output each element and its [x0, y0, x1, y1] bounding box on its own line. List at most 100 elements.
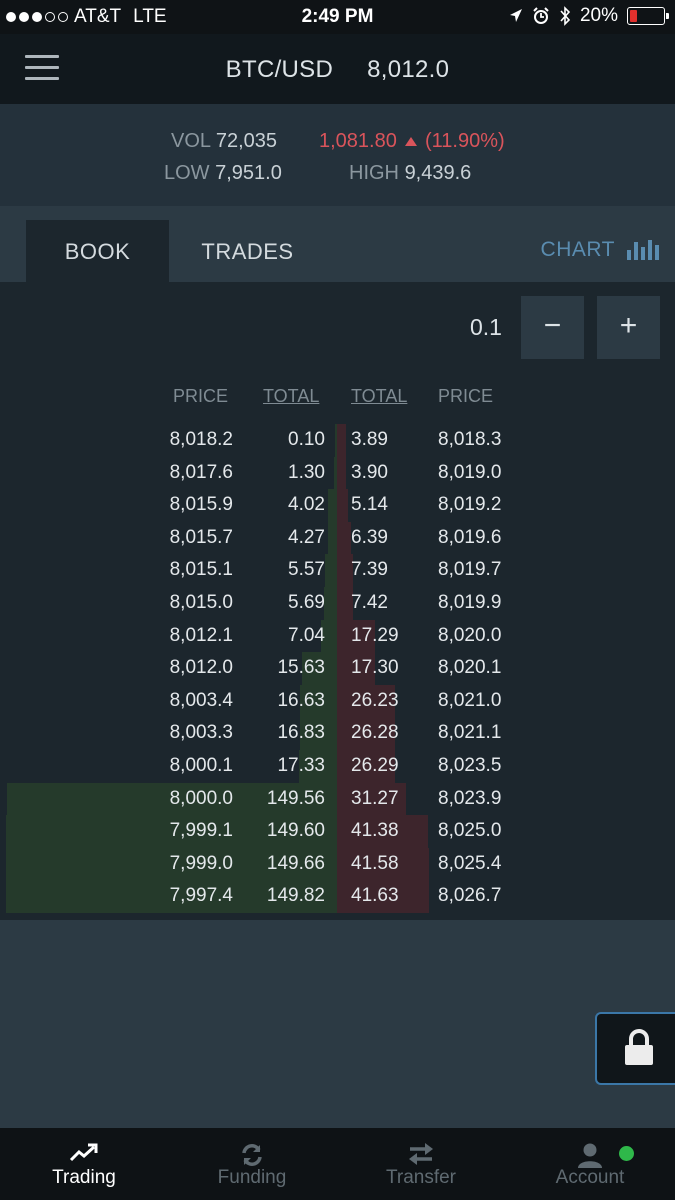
bid-price[interactable]: 8,015.1 [120, 554, 233, 586]
ask-total[interactable]: 3.90 [351, 457, 441, 489]
bid-price[interactable]: 7,997.4 [120, 880, 233, 912]
bid-price[interactable]: 8,012.1 [120, 620, 233, 652]
ask-total[interactable]: 31.27 [351, 783, 441, 815]
online-status-dot [619, 1146, 634, 1161]
ask-total[interactable]: 7.42 [351, 587, 441, 619]
volume-stat: VOL 72,035 [171, 126, 277, 156]
ask-price[interactable]: 8,019.2 [438, 489, 538, 521]
ask-price[interactable]: 8,025.0 [438, 815, 538, 847]
trending-up-icon [0, 1142, 168, 1168]
bid-total[interactable]: 16.63 [240, 685, 325, 717]
transfer-arrows-icon [337, 1142, 505, 1168]
bid-price[interactable]: 8,000.0 [120, 783, 233, 815]
tab-trades[interactable]: TRADES [176, 220, 319, 282]
bid-total[interactable]: 4.02 [240, 489, 325, 521]
ask-price[interactable]: 8,021.1 [438, 717, 538, 749]
bid-price[interactable]: 8,017.6 [120, 457, 233, 489]
nav-transfer[interactable]: Transfer [337, 1128, 505, 1200]
triangle-up-icon [405, 137, 418, 146]
increase-precision-button[interactable]: + [597, 296, 660, 359]
precision-value: 0.1 [470, 314, 502, 340]
ask-total-header[interactable]: TOTAL [351, 386, 407, 407]
bid-total[interactable]: 7.04 [240, 620, 325, 652]
bid-price[interactable]: 7,999.1 [120, 815, 233, 847]
ask-total[interactable]: 41.38 [351, 815, 441, 847]
battery-percent: 20% [579, 5, 618, 26]
nav-trading-label: Trading [52, 1167, 116, 1188]
chart-button[interactable]: CHART [541, 238, 659, 262]
ask-price[interactable]: 8,019.0 [438, 457, 538, 489]
bid-total[interactable]: 0.10 [240, 424, 325, 456]
bid-price[interactable]: 8,015.7 [120, 522, 233, 554]
lock-icon [625, 1029, 653, 1065]
ask-total[interactable]: 26.28 [351, 717, 441, 749]
bid-price[interactable]: 8,015.0 [120, 587, 233, 619]
bid-total[interactable]: 1.30 [240, 457, 325, 489]
bid-total[interactable]: 17.33 [240, 750, 325, 782]
ask-price[interactable]: 8,018.3 [438, 424, 538, 456]
ask-depth-bar [337, 456, 346, 490]
ask-price[interactable]: 8,020.0 [438, 620, 538, 652]
change-percent: (11.90%) [424, 130, 505, 152]
bid-price[interactable]: 8,018.2 [120, 424, 233, 456]
ask-price[interactable]: 8,021.0 [438, 685, 538, 717]
location-arrow-icon [509, 9, 522, 22]
bid-price[interactable]: 8,012.0 [120, 652, 233, 684]
ask-total[interactable]: 17.29 [351, 620, 441, 652]
ask-price[interactable]: 8,019.7 [438, 554, 538, 586]
bid-total-header[interactable]: TOTAL [263, 386, 319, 407]
pair-name: BTC/USD [225, 56, 334, 83]
chart-label: CHART [540, 238, 615, 261]
high-value: 9,439.6 [404, 162, 472, 184]
bid-total[interactable]: 4.27 [240, 522, 325, 554]
ask-price[interactable]: 8,026.7 [438, 880, 538, 912]
app-header: BTC/USD 8,012.0 [0, 34, 675, 104]
ticker-title: BTC/USD 8,012.0 [0, 56, 675, 84]
nav-trading[interactable]: Trading [0, 1128, 168, 1200]
ask-total[interactable]: 3.89 [351, 424, 441, 456]
ask-total[interactable]: 7.39 [351, 554, 441, 586]
ask-total[interactable]: 5.14 [351, 489, 441, 521]
bid-total[interactable]: 149.56 [240, 783, 325, 815]
nav-funding[interactable]: Funding [168, 1128, 336, 1200]
bid-depth-bar [324, 554, 337, 588]
bid-price[interactable]: 8,000.1 [120, 750, 233, 782]
bid-price-header: PRICE [173, 386, 229, 406]
ask-price[interactable]: 8,023.5 [438, 750, 538, 782]
bid-price[interactable]: 8,003.3 [120, 717, 233, 749]
bid-total[interactable]: 149.60 [240, 815, 325, 847]
view-tabs: BOOK TRADES CHART [0, 206, 675, 282]
bid-total[interactable]: 149.66 [240, 848, 325, 880]
bid-total[interactable]: 15.63 [240, 652, 325, 684]
ask-price[interactable]: 8,023.9 [438, 783, 538, 815]
ask-total[interactable]: 26.23 [351, 685, 441, 717]
tab-book[interactable]: BOOK [26, 220, 169, 282]
order-book: 0.1 − + PRICE TOTAL TOTAL PRICE 8,018.2 0… [0, 282, 675, 920]
nav-transfer-label: Transfer [385, 1167, 457, 1188]
nav-account[interactable]: Account [506, 1128, 674, 1200]
ask-total[interactable]: 41.63 [351, 880, 441, 912]
bottom-nav: Trading Funding Transfer Account [0, 1128, 675, 1200]
ask-total[interactable]: 41.58 [351, 848, 441, 880]
ask-price[interactable]: 8,025.4 [438, 848, 538, 880]
bluetooth-icon [560, 6, 571, 26]
bid-price[interactable]: 8,003.4 [120, 685, 233, 717]
bid-price[interactable]: 7,999.0 [120, 848, 233, 880]
user-icon [506, 1142, 674, 1168]
bid-total[interactable]: 16.83 [240, 717, 325, 749]
decrease-precision-button[interactable]: − [521, 296, 584, 359]
ask-price[interactable]: 8,019.6 [438, 522, 538, 554]
bid-total[interactable]: 5.57 [240, 554, 325, 586]
lock-button[interactable] [595, 1012, 675, 1085]
bid-total[interactable]: 5.69 [240, 587, 325, 619]
low-stat: LOW 7,951.0 [164, 158, 282, 188]
status-right: 20% [509, 5, 669, 27]
low-value: 7,951.0 [215, 162, 282, 184]
bid-price[interactable]: 8,015.9 [120, 489, 233, 521]
ask-price[interactable]: 8,020.1 [438, 652, 538, 684]
ask-total[interactable]: 6.39 [351, 522, 441, 554]
ask-price[interactable]: 8,019.9 [438, 587, 538, 619]
ask-total[interactable]: 26.29 [351, 750, 441, 782]
ask-total[interactable]: 17.30 [351, 652, 441, 684]
bid-total[interactable]: 149.82 [240, 880, 325, 912]
